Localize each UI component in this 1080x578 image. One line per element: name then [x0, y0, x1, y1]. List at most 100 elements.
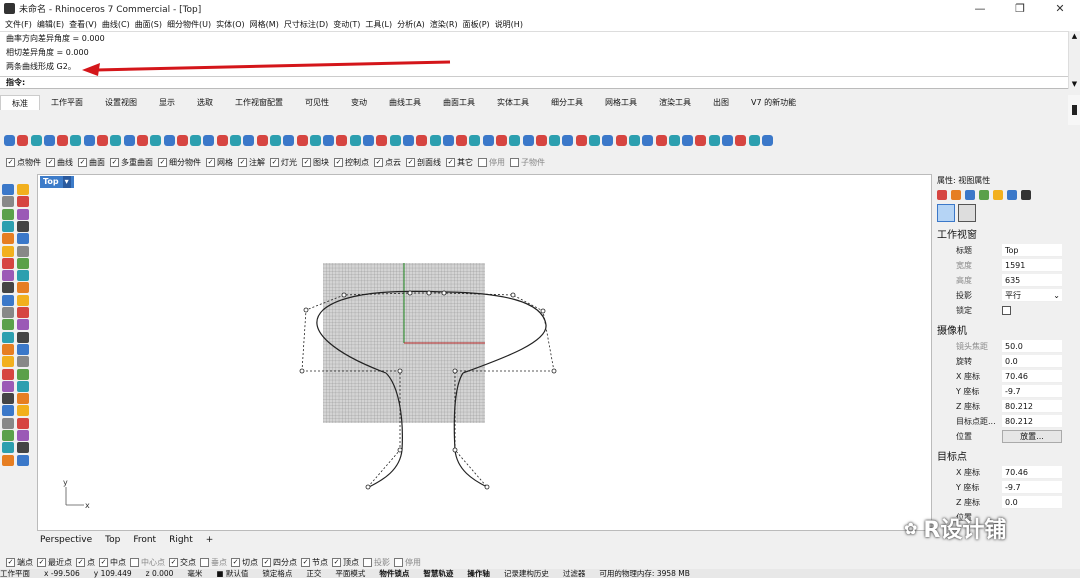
toolbar-tool-icon[interactable] [761, 134, 773, 146]
left-tool-icon[interactable] [17, 319, 29, 331]
toolbar-tool-icon[interactable] [57, 134, 69, 146]
filter-polysurfaces[interactable]: 多重曲面 [110, 157, 153, 168]
target-distance-field[interactable]: 80.212 [1002, 415, 1062, 428]
left-tool-icon[interactable] [2, 307, 14, 318]
toolbar-tool-icon[interactable] [203, 134, 215, 146]
osnap-1[interactable]: 最近点 [37, 557, 72, 568]
toolbar-tool-icon[interactable] [163, 134, 175, 146]
filter-point-clouds[interactable]: 点云 [374, 157, 401, 168]
status-cplane[interactable]: 工作平面 [0, 569, 30, 578]
view-tab-front[interactable]: Front [133, 535, 156, 545]
toolbar-tool-icon[interactable] [376, 134, 388, 146]
menu-surface[interactable]: 曲面(S) [135, 19, 162, 30]
control-point[interactable] [299, 368, 305, 374]
menu-subd[interactable]: 细分物件(U) [167, 19, 211, 30]
tab-mesh-tools[interactable]: 网格工具 [594, 95, 648, 110]
control-point[interactable] [303, 307, 309, 313]
filter-annotations[interactable]: 注解 [238, 157, 265, 168]
locked-checkbox[interactable] [1002, 306, 1011, 315]
left-tool-icon[interactable] [2, 270, 14, 282]
toolbar-tool-icon[interactable] [615, 134, 627, 146]
filter-lights[interactable]: 灯光 [270, 157, 297, 168]
left-tool-icon[interactable] [2, 430, 14, 441]
toolbar-tool-icon[interactable] [4, 134, 15, 146]
toolbar-tool-icon[interactable] [456, 134, 468, 146]
toolbar-tool-icon[interactable] [283, 134, 295, 146]
target-z-field[interactable]: 0.0 [1002, 496, 1062, 509]
filter-surfaces[interactable]: 曲面 [78, 157, 105, 168]
toolbar-tool-icon[interactable] [43, 134, 55, 146]
panel-tab-icon[interactable] [993, 190, 1003, 200]
left-tool-icon[interactable] [2, 208, 14, 220]
toolbar-tool-icon[interactable] [642, 134, 654, 146]
left-tool-icon[interactable] [2, 454, 14, 466]
tab-viewport-layout[interactable]: 工作视窗配置 [224, 95, 294, 110]
view-tab-perspective[interactable]: Perspective [40, 535, 92, 545]
toolbar-tool-icon[interactable] [495, 134, 507, 146]
left-tool-icon[interactable] [2, 294, 14, 306]
menu-tools[interactable]: 工具(L) [365, 19, 392, 30]
camera-x-field[interactable]: 70.46 [1002, 370, 1062, 383]
control-point[interactable] [551, 368, 557, 374]
left-tool-icon[interactable] [17, 294, 29, 306]
panel-tab-icon[interactable] [965, 190, 975, 200]
control-point[interactable] [452, 447, 458, 453]
tab-render-tools[interactable]: 渲染工具 [648, 95, 702, 110]
toolbar-tool-icon[interactable] [695, 134, 707, 146]
ortho-toggle[interactable]: 正交 [306, 569, 321, 578]
menu-render[interactable]: 渲染(R) [430, 19, 458, 30]
toolbar-tool-icon[interactable] [296, 134, 308, 146]
left-tool-icon[interactable] [17, 270, 29, 282]
history-toggle[interactable]: 记录建构历史 [504, 569, 549, 578]
menu-solid[interactable]: 实体(O) [216, 19, 245, 30]
menu-view[interactable]: 查看(V) [69, 19, 97, 30]
filter-subd[interactable]: 细分物件 [158, 157, 201, 168]
control-point[interactable] [540, 308, 546, 314]
tab-select[interactable]: 选取 [186, 95, 224, 110]
toolbar-tool-icon[interactable] [230, 134, 242, 146]
left-tool-icon[interactable] [2, 245, 14, 257]
filter-toggle[interactable]: 过滤器 [563, 569, 586, 578]
menu-transform[interactable]: 变动(T) [333, 19, 360, 30]
osnap-5[interactable]: 交点 [169, 557, 196, 568]
left-tool-icon[interactable] [17, 405, 29, 417]
projection-select[interactable]: 平行 ⌄ [1002, 289, 1062, 302]
toolbar-tool-icon[interactable] [402, 134, 414, 146]
filter-points[interactable]: 点物件 [6, 157, 41, 168]
left-tool-icon[interactable] [17, 282, 29, 294]
osnap-toggle[interactable]: 物件锁点 [379, 569, 409, 578]
filter-others[interactable]: 其它 [446, 157, 473, 168]
toolbar-tool-icon[interactable] [363, 134, 375, 146]
planar-toggle[interactable]: 平面模式 [335, 569, 365, 578]
left-tool-icon[interactable] [17, 196, 29, 208]
left-tool-icon[interactable] [17, 257, 29, 269]
left-tool-icon[interactable] [17, 442, 29, 454]
toolbar-tool-icon[interactable] [562, 134, 574, 146]
osnap-7[interactable]: 切点 [231, 557, 258, 568]
toolbar-tool-icon[interactable] [708, 134, 720, 146]
toolbar-tool-icon[interactable] [735, 134, 747, 146]
menu-help[interactable]: 说明(H) [495, 19, 523, 30]
toolbar-tool-icon[interactable] [190, 134, 202, 146]
left-tool-icon[interactable] [17, 380, 29, 392]
view-tab-right[interactable]: Right [169, 535, 193, 545]
control-point[interactable] [426, 290, 432, 296]
toolbar-tool-icon[interactable] [389, 134, 401, 146]
camera-icon[interactable] [937, 204, 955, 222]
panel-tab-icon[interactable] [937, 190, 947, 200]
menu-curve[interactable]: 曲线(C) [102, 19, 130, 30]
filter-subobjects[interactable]: 子物件 [510, 157, 545, 168]
tab-surface-tools[interactable]: 曲面工具 [432, 95, 486, 110]
menu-edit[interactable]: 编辑(E) [37, 19, 64, 30]
scroll-down-icon[interactable]: ▼ [1069, 79, 1080, 89]
toolbar-tool-icon[interactable] [535, 134, 547, 146]
panel-tab-icon[interactable] [1021, 190, 1031, 200]
toolbar-tool-icon[interactable] [136, 134, 148, 146]
left-tool-icon[interactable] [17, 454, 29, 466]
grid-snap-toggle[interactable]: 锁定格点 [262, 569, 292, 578]
control-point[interactable] [397, 447, 403, 453]
toolbar-tool-icon[interactable] [309, 134, 321, 146]
history-scrollbar[interactable]: ▲ ▼ [1068, 31, 1080, 89]
toolbar-tool-icon[interactable] [722, 134, 734, 146]
filter-disabled[interactable]: 停用 [478, 157, 505, 168]
